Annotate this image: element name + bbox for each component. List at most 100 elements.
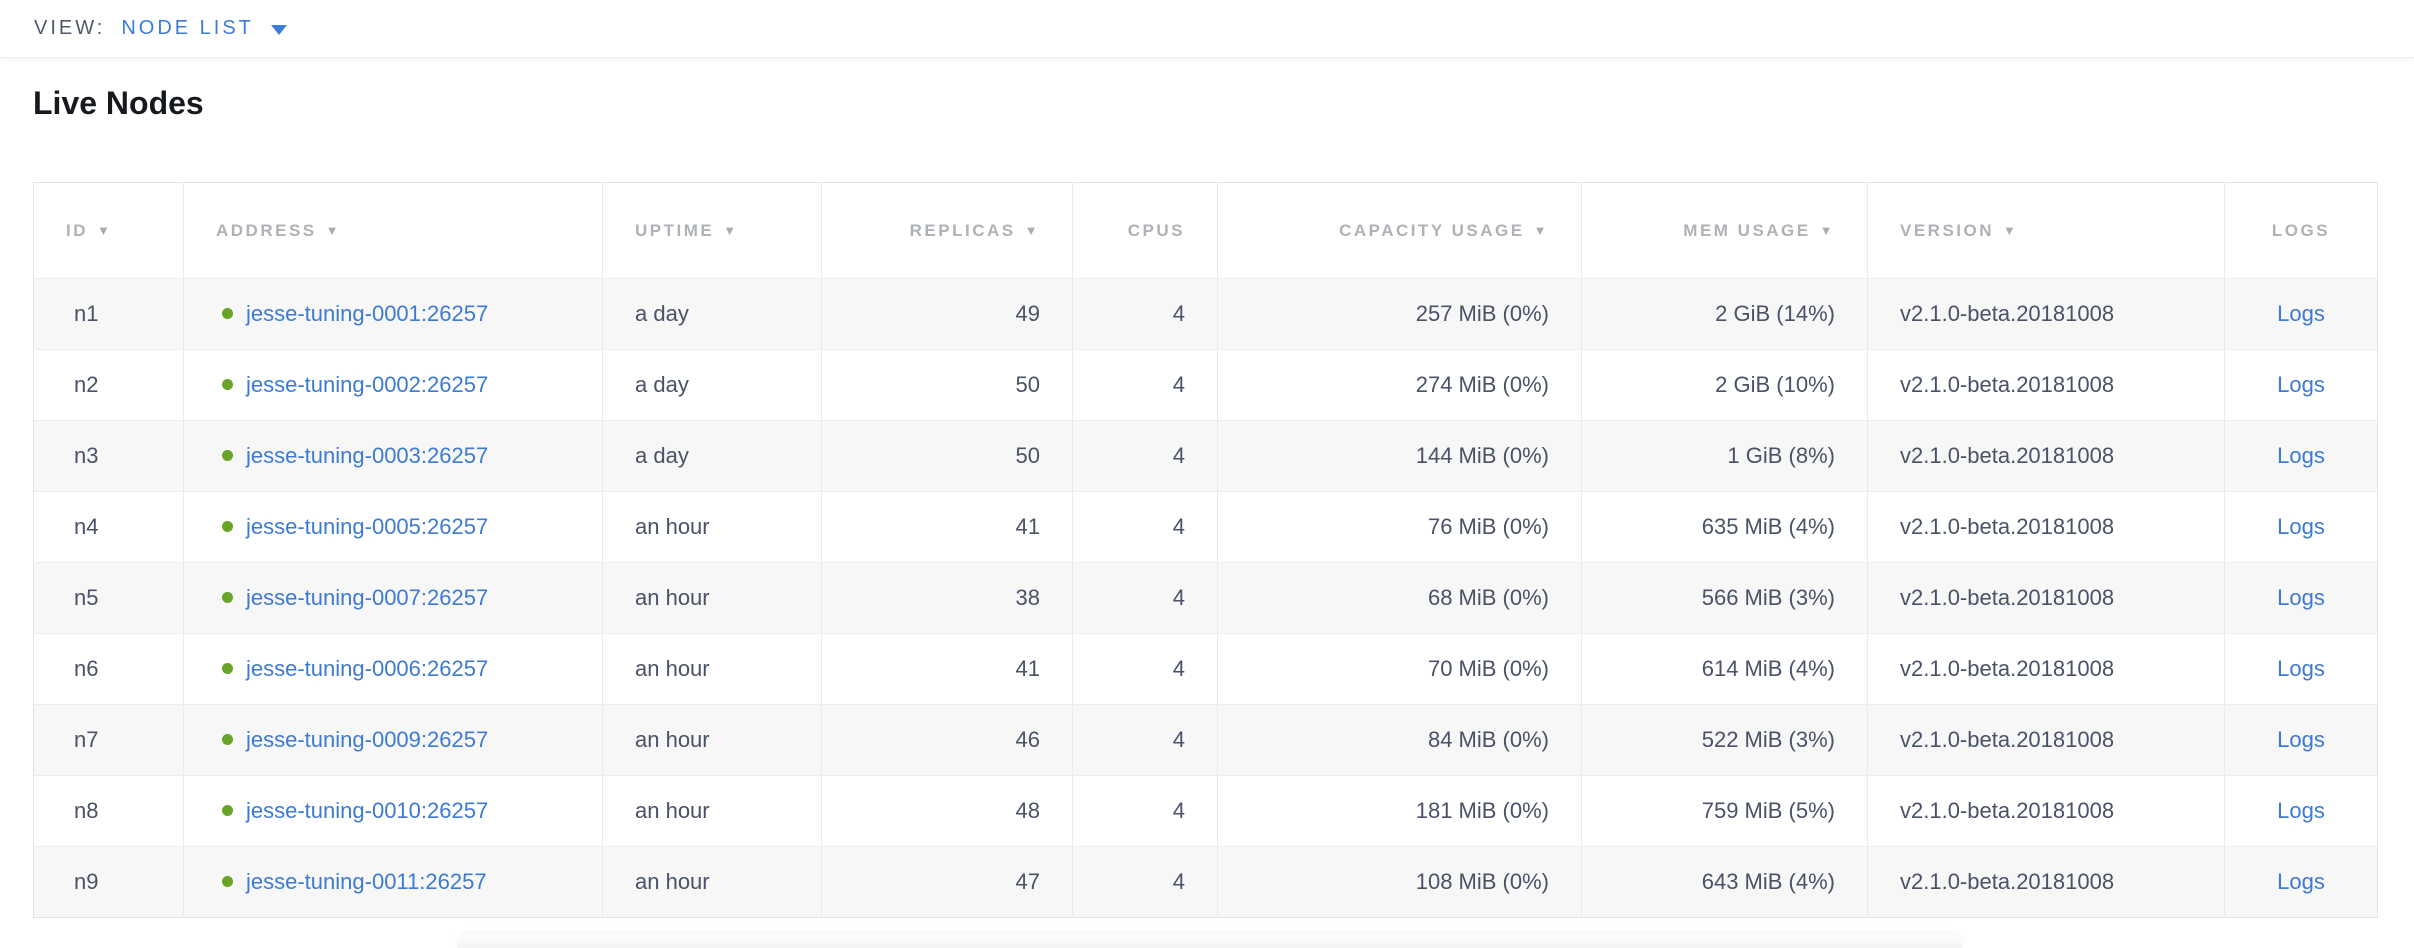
id-cell: n5 bbox=[34, 563, 184, 634]
sort-desc-icon: ▼ bbox=[723, 223, 738, 238]
logs-cell: Logs bbox=[2225, 279, 2378, 350]
address-cell: jesse-tuning-0002:26257 bbox=[184, 350, 603, 421]
column-header-address[interactable]: ADDRESS ▼ bbox=[184, 183, 603, 279]
node-live-status-icon bbox=[222, 805, 233, 816]
column-header-capacity[interactable]: CAPACITY USAGE▼ bbox=[1218, 183, 1582, 279]
uptime-cell: an hour bbox=[603, 705, 822, 776]
column-header-label: UPTIME bbox=[635, 221, 714, 240]
sort-desc-icon: ▼ bbox=[1025, 223, 1040, 238]
version-cell: v2.1.0-beta.20181008 bbox=[1868, 492, 2225, 563]
column-header-logs: LOGS bbox=[2225, 183, 2378, 279]
uptime-cell: a day bbox=[603, 421, 822, 492]
capacity-cell: 274 MiB (0%) bbox=[1218, 350, 1582, 421]
cpus-cell: 4 bbox=[1073, 634, 1218, 705]
column-header-id[interactable]: ID▼ bbox=[34, 183, 184, 279]
node-live-status-icon bbox=[222, 663, 233, 674]
address-cell: jesse-tuning-0009:26257 bbox=[184, 705, 603, 776]
sort-desc-icon: ▼ bbox=[1820, 223, 1835, 238]
column-header-label: MEM USAGE bbox=[1683, 221, 1810, 240]
node-live-status-icon bbox=[222, 308, 233, 319]
sort-desc-icon: ▼ bbox=[326, 223, 341, 238]
node-address-link[interactable]: jesse-tuning-0005:26257 bbox=[246, 514, 488, 539]
capacity-cell: 68 MiB (0%) bbox=[1218, 563, 1582, 634]
table-row: n5jesse-tuning-0007:26257an hour38468 Mi… bbox=[34, 563, 2378, 634]
node-address-link[interactable]: jesse-tuning-0011:26257 bbox=[246, 869, 487, 894]
logs-link[interactable]: Logs bbox=[2277, 798, 2325, 823]
page-title: Live Nodes bbox=[33, 85, 2381, 122]
node-address-link[interactable]: jesse-tuning-0007:26257 bbox=[246, 585, 488, 610]
logs-link[interactable]: Logs bbox=[2277, 727, 2325, 752]
node-address-link[interactable]: jesse-tuning-0001:26257 bbox=[246, 301, 488, 326]
cpus-cell: 4 bbox=[1073, 705, 1218, 776]
version-cell: v2.1.0-beta.20181008 bbox=[1868, 421, 2225, 492]
column-header-mem[interactable]: MEM USAGE ▼ bbox=[1582, 183, 1868, 279]
capacity-cell: 108 MiB (0%) bbox=[1218, 847, 1582, 918]
address-cell: jesse-tuning-0006:26257 bbox=[184, 634, 603, 705]
capacity-cell: 76 MiB (0%) bbox=[1218, 492, 1582, 563]
address-cell: jesse-tuning-0007:26257 bbox=[184, 563, 603, 634]
main-content: Live Nodes ID▼ADDRESS▼UPTIME▼REPLICAS▼CP… bbox=[0, 85, 2414, 918]
logs-cell: Logs bbox=[2225, 705, 2378, 776]
version-cell: v2.1.0-beta.20181008 bbox=[1868, 350, 2225, 421]
replicas-cell: 41 bbox=[822, 492, 1073, 563]
column-header-replicas[interactable]: REPLICAS ▼ bbox=[822, 183, 1073, 279]
bottom-panel-edge bbox=[457, 934, 1962, 948]
table-row: n3jesse-tuning-0003:26257a day504144 MiB… bbox=[34, 421, 2378, 492]
mem-cell: 522 MiB (3%) bbox=[1582, 705, 1868, 776]
chevron-down-icon bbox=[271, 25, 287, 35]
logs-cell: Logs bbox=[2225, 563, 2378, 634]
cpus-cell: 4 bbox=[1073, 492, 1218, 563]
logs-link[interactable]: Logs bbox=[2277, 372, 2325, 397]
column-header-label: ADDRESS bbox=[216, 221, 317, 240]
id-cell: n6 bbox=[34, 634, 184, 705]
table-row: n2jesse-tuning-0002:26257a day504274 MiB… bbox=[34, 350, 2378, 421]
mem-cell: 635 MiB (4%) bbox=[1582, 492, 1868, 563]
mem-cell: 643 MiB (4%) bbox=[1582, 847, 1868, 918]
logs-link[interactable]: Logs bbox=[2277, 514, 2325, 539]
address-cell: jesse-tuning-0005:26257 bbox=[184, 492, 603, 563]
logs-link[interactable]: Logs bbox=[2277, 656, 2325, 681]
logs-link[interactable]: Logs bbox=[2277, 869, 2325, 894]
node-live-status-icon bbox=[222, 379, 233, 390]
uptime-cell: an hour bbox=[603, 776, 822, 847]
column-header-label: ID bbox=[66, 221, 88, 240]
node-address-link[interactable]: jesse-tuning-0010:26257 bbox=[246, 798, 488, 823]
replicas-cell: 38 bbox=[822, 563, 1073, 634]
cpus-cell: 4 bbox=[1073, 350, 1218, 421]
view-selector-dropdown[interactable]: NODE LIST bbox=[121, 17, 287, 40]
id-cell: n4 bbox=[34, 492, 184, 563]
replicas-cell: 48 bbox=[822, 776, 1073, 847]
node-address-link[interactable]: jesse-tuning-0003:26257 bbox=[246, 443, 488, 468]
capacity-cell: 181 MiB (0%) bbox=[1218, 776, 1582, 847]
table-header-row: ID▼ADDRESS▼UPTIME▼REPLICAS▼CPUSCAPACITY … bbox=[34, 183, 2378, 279]
uptime-cell: a day bbox=[603, 279, 822, 350]
cpus-cell: 4 bbox=[1073, 776, 1218, 847]
uptime-cell: an hour bbox=[603, 492, 822, 563]
node-address-link[interactable]: jesse-tuning-0006:26257 bbox=[246, 656, 488, 681]
logs-link[interactable]: Logs bbox=[2277, 443, 2325, 468]
uptime-cell: an hour bbox=[603, 634, 822, 705]
column-header-label: REPLICAS bbox=[910, 221, 1016, 240]
version-cell: v2.1.0-beta.20181008 bbox=[1868, 776, 2225, 847]
node-live-status-icon bbox=[222, 521, 233, 532]
logs-cell: Logs bbox=[2225, 776, 2378, 847]
replicas-cell: 50 bbox=[822, 421, 1073, 492]
cpus-cell: 4 bbox=[1073, 279, 1218, 350]
mem-cell: 566 MiB (3%) bbox=[1582, 563, 1868, 634]
table-header: ID▼ADDRESS▼UPTIME▼REPLICAS▼CPUSCAPACITY … bbox=[34, 183, 2378, 279]
replicas-cell: 50 bbox=[822, 350, 1073, 421]
view-label: VIEW: bbox=[34, 17, 105, 40]
logs-link[interactable]: Logs bbox=[2277, 585, 2325, 610]
logs-link[interactable]: Logs bbox=[2277, 301, 2325, 326]
node-live-status-icon bbox=[222, 592, 233, 603]
table-body: n1jesse-tuning-0001:26257a day494257 MiB… bbox=[34, 279, 2378, 918]
capacity-cell: 70 MiB (0%) bbox=[1218, 634, 1582, 705]
sort-desc-icon: ▼ bbox=[1534, 223, 1549, 238]
node-address-link[interactable]: jesse-tuning-0002:26257 bbox=[246, 372, 488, 397]
column-header-label: VERSION bbox=[1900, 221, 1994, 240]
address-cell: jesse-tuning-0003:26257 bbox=[184, 421, 603, 492]
node-address-link[interactable]: jesse-tuning-0009:26257 bbox=[246, 727, 488, 752]
column-header-uptime[interactable]: UPTIME ▼ bbox=[603, 183, 822, 279]
id-cell: n7 bbox=[34, 705, 184, 776]
column-header-version[interactable]: VERSION▼ bbox=[1868, 183, 2225, 279]
